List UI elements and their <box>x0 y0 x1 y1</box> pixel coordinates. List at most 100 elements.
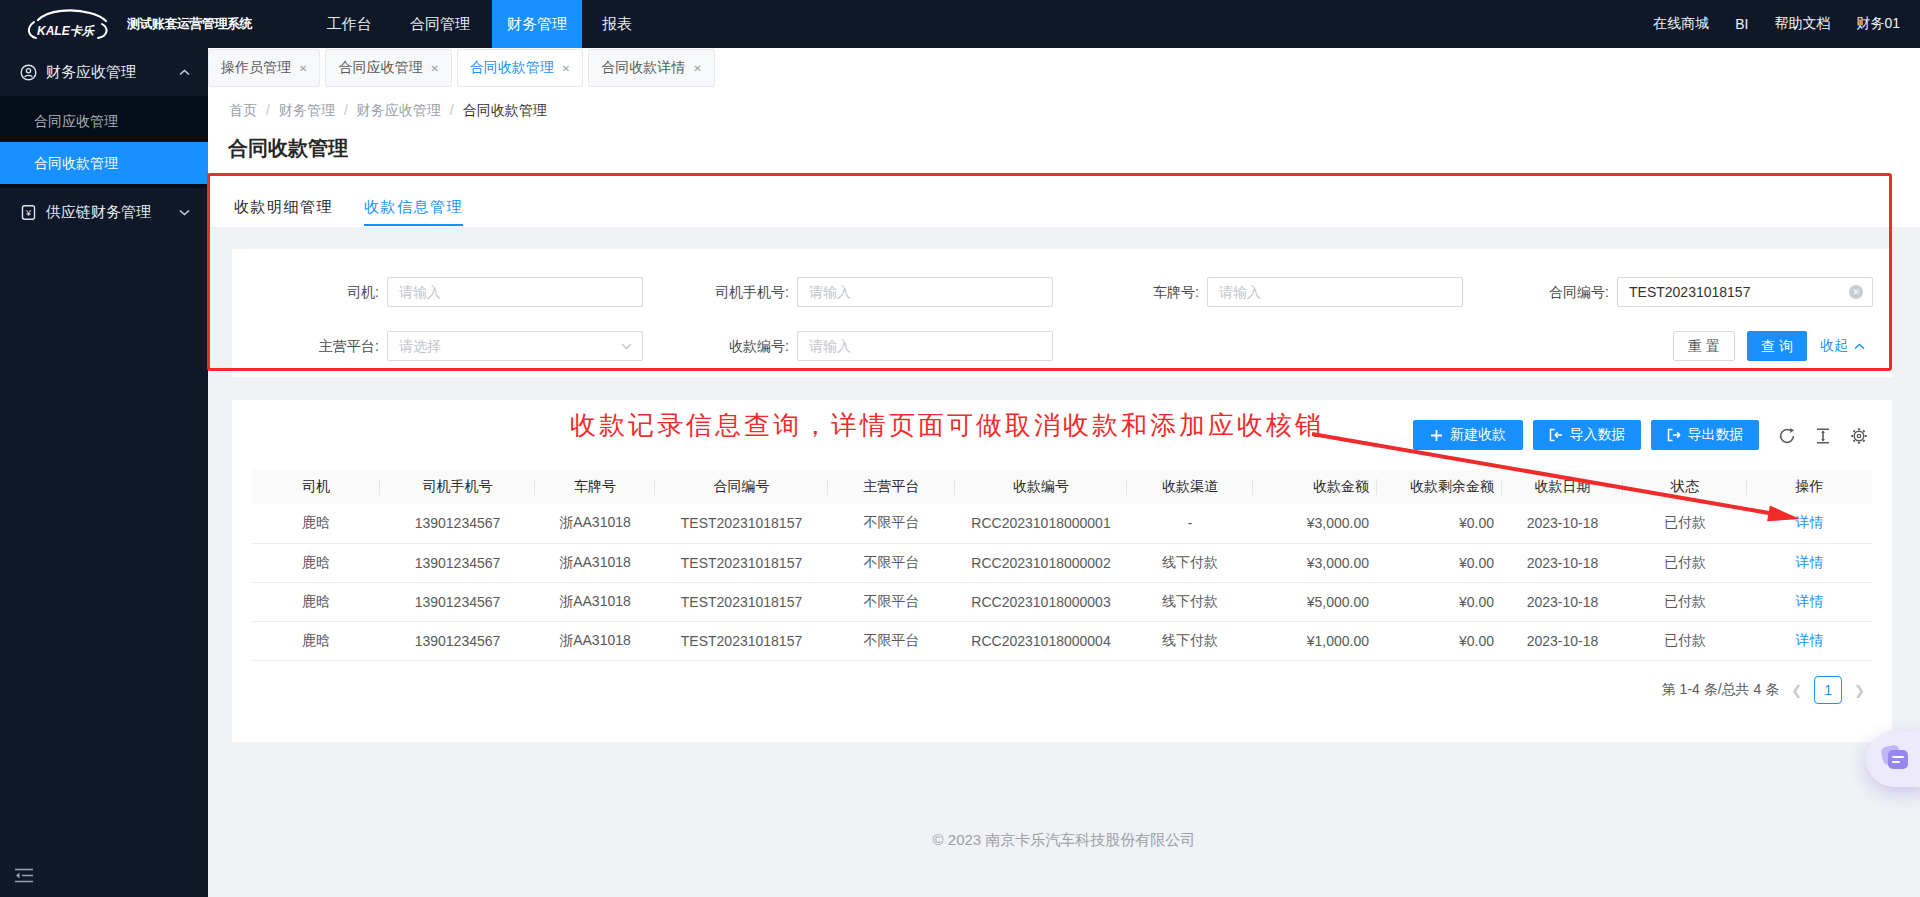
filter-input[interactable]: 请输入 <box>1207 277 1463 307</box>
search-button[interactable]: 查 询 <box>1747 331 1807 361</box>
column-header-11: 状态 <box>1623 470 1747 504</box>
topbar-right-item-4[interactable]: 财务01 <box>1856 15 1900 33</box>
breadcrumb-item-2[interactable]: 财务管理 <box>279 102 335 120</box>
brand-text: KALE卡乐 <box>37 24 95 38</box>
chat-icon <box>1880 744 1912 774</box>
density-icon[interactable] <box>1814 427 1832 445</box>
topnav-item-1[interactable]: 工作台 <box>325 0 373 48</box>
topbar-right: 在线商城 BI 帮助文档 财务01 <box>1653 0 1900 48</box>
search-form-card: 司机:请输入司机手机号:请输入车牌号:请输入合同编号:TEST202310181… <box>232 249 1892 377</box>
sidebar-item-1-2[interactable]: 合同收款管理 <box>0 142 208 184</box>
sidebar-group-1[interactable]: 财务应收管理 <box>0 48 208 96</box>
export-button[interactable]: 导出数据 <box>1651 420 1759 450</box>
cell: 已付款 <box>1623 582 1747 621</box>
workspace-tab-3[interactable]: 合同收款管理✕ <box>457 49 583 87</box>
sub-tab-2[interactable]: 收款信息管理 <box>364 198 463 226</box>
cell: RCC20231018000004 <box>955 621 1127 660</box>
cell: TEST20231018157 <box>655 504 828 543</box>
input-placeholder: 请输入 <box>399 284 441 300</box>
prev-page-icon[interactable]: ❮ <box>1787 683 1806 698</box>
filter-input[interactable]: 请输入 <box>797 331 1053 361</box>
topbar-right-item-2[interactable]: BI <box>1735 16 1748 32</box>
table-header-row: 司机司机手机号车牌号合同编号主营平台收款编号收款渠道收款金额收款剩余金额收款日期… <box>252 470 1872 504</box>
workspace-tab-1[interactable]: 操作员管理✕ <box>208 49 320 87</box>
sidebar-item-1-1[interactable]: 合同应收管理 <box>0 100 208 142</box>
tab-close-icon[interactable]: ✕ <box>693 63 701 74</box>
cell: 13901234567 <box>380 621 535 660</box>
caret-up-icon <box>1854 343 1865 350</box>
cell: RCC20231018000003 <box>955 582 1127 621</box>
action-cell: 详情 <box>1747 543 1872 582</box>
button-label: 导出数据 <box>1688 426 1744 444</box>
sidebar-group-label: 财务应收管理 <box>46 63 136 82</box>
sub-tab-1[interactable]: 收款明细管理 <box>234 198 333 226</box>
cell: 鹿晗 <box>252 543 380 582</box>
topnav-item-2[interactable]: 合同管理 <box>410 0 470 48</box>
menu-fold-icon[interactable] <box>15 868 33 883</box>
input-placeholder: 请输入 <box>809 338 851 354</box>
workspace-tab-2[interactable]: 合同应收管理 ✕ <box>325 49 451 87</box>
collapse-link[interactable]: 收起 <box>1820 331 1865 361</box>
import-icon <box>1549 428 1563 442</box>
settings-icon[interactable] <box>1850 427 1868 445</box>
svg-text:¥: ¥ <box>25 208 32 218</box>
input-placeholder: 请输入 <box>809 284 851 300</box>
receipts-table: 司机司机手机号车牌号合同编号主营平台收款编号收款渠道收款金额收款剩余金额收款日期… <box>252 470 1872 661</box>
column-header-8: 收款金额 <box>1253 470 1377 504</box>
cell: ¥1,000.00 <box>1253 621 1377 660</box>
sub-tabs: 收款明细管理 收款信息管理 <box>234 198 463 226</box>
cell: ¥3,000.00 <box>1253 543 1377 582</box>
filter-input[interactable]: TEST20231018157✕ <box>1617 277 1873 307</box>
table-row-2: 鹿晗13901234567浙AA31018TEST20231018157不限平台… <box>252 543 1872 582</box>
cell: 已付款 <box>1623 621 1747 660</box>
new-receipt-button[interactable]: 新建收款 <box>1413 420 1523 450</box>
filter-input[interactable]: 请输入 <box>387 277 643 307</box>
import-button[interactable]: 导入数据 <box>1533 420 1641 450</box>
tab-close-icon[interactable]: ✕ <box>430 63 438 74</box>
sidebar-group-2[interactable]: ¥供应链财务管理 <box>0 188 208 236</box>
column-header-3: 车牌号 <box>535 470 655 504</box>
tab-close-icon[interactable]: ✕ <box>562 63 570 74</box>
input-placeholder: 请选择 <box>399 338 441 354</box>
cell: 浙AA31018 <box>535 621 655 660</box>
topbar: KALE卡乐 测试账套运营管理系统 工作台合同管理财务管理报表 在线商城BI帮助… <box>0 0 1920 48</box>
table-row-3: 鹿晗13901234567浙AA31018TEST20231018157不限平台… <box>252 582 1872 621</box>
cell: 浙AA31018 <box>535 504 655 543</box>
detail-link[interactable]: 详情 <box>1796 554 1824 570</box>
cell: 浙AA31018 <box>535 582 655 621</box>
plus-icon <box>1430 429 1443 442</box>
cell: 浙AA31018 <box>535 543 655 582</box>
export-icon <box>1667 428 1681 442</box>
cell: 已付款 <box>1623 543 1747 582</box>
filter-select[interactable]: 请选择 <box>387 331 643 361</box>
workspace-tab-4[interactable]: 合同收款详情✕ <box>588 49 714 87</box>
breadcrumb-item-3[interactable]: 财务应收管理 <box>357 102 441 120</box>
cell: 已付款 <box>1623 504 1747 543</box>
filter-input[interactable]: 请输入 <box>797 277 1053 307</box>
footer-copyright: © 2023 南京卡乐汽车科技股份有限公司 <box>208 831 1920 850</box>
breadcrumb: 首页/财务管理/财务应收管理/合同收款管理 <box>229 102 547 120</box>
chat-float-button[interactable] <box>1866 731 1920 787</box>
reset-button[interactable]: 重 置 <box>1673 331 1735 361</box>
breadcrumb-item-1[interactable]: 首页 <box>229 102 257 120</box>
cell: 2023-10-18 <box>1502 621 1623 660</box>
detail-link[interactable]: 详情 <box>1796 514 1824 530</box>
next-page-icon[interactable]: ❯ <box>1850 683 1869 698</box>
sidebar: 财务应收管理合同应收管理合同收款管理¥供应链财务管理 <box>0 48 208 897</box>
detail-link[interactable]: 详情 <box>1796 632 1824 648</box>
clear-icon[interactable]: ✕ <box>1849 285 1863 299</box>
table-row-1: 鹿晗13901234567浙AA31018TEST20231018157不限平台… <box>252 504 1872 543</box>
column-header-10: 收款日期 <box>1502 470 1623 504</box>
page-number[interactable]: 1 <box>1814 676 1842 704</box>
filter-label: 收款编号: <box>627 331 789 361</box>
topnav-item-4[interactable]: 报表 <box>600 0 634 48</box>
refresh-icon[interactable] <box>1778 427 1796 445</box>
topnav-item-3[interactable]: 财务管理 <box>492 0 582 48</box>
filter-label: 司机: <box>217 277 379 307</box>
topbar-right-item-1[interactable]: 在线商城 <box>1653 15 1709 33</box>
workspace-tab-label: 合同应收管理 <box>338 59 422 77</box>
tab-close-icon[interactable]: ✕ <box>299 63 307 74</box>
topbar-right-item-3[interactable]: 帮助文档 <box>1774 15 1830 33</box>
cell: 不限平台 <box>828 504 955 543</box>
detail-link[interactable]: 详情 <box>1796 593 1824 609</box>
